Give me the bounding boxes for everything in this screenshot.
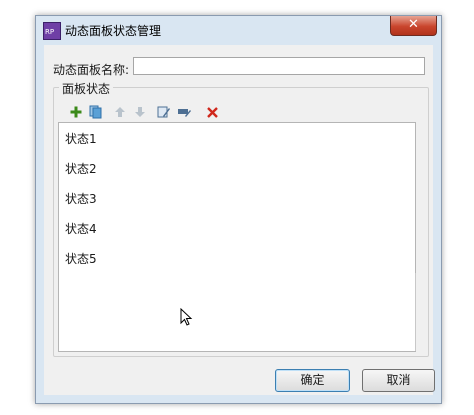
- panel-states-label: 面板状态: [59, 80, 114, 97]
- ok-button[interactable]: 确定: [275, 369, 350, 392]
- delete-icon[interactable]: [202, 102, 222, 122]
- edit-state-icon[interactable]: [154, 102, 174, 122]
- states-list[interactable]: 状态1 状态2 状态3 状态4 状态5: [58, 122, 416, 352]
- list-item[interactable]: 状态3: [65, 189, 97, 209]
- close-button[interactable]: ✕: [390, 16, 437, 36]
- add-icon[interactable]: [66, 102, 86, 122]
- panel-name-label: 动态面板名称:: [53, 63, 130, 77]
- move-up-icon[interactable]: [110, 102, 130, 122]
- duplicate-icon[interactable]: [86, 102, 106, 122]
- dialog-window: RP 动态面板状态管理 ✕ 动态面板名称: 面板状态 状态1 状态2 状态3 状…: [35, 15, 442, 404]
- list-scrollbar[interactable]: [415, 273, 416, 351]
- move-down-icon[interactable]: [130, 102, 150, 122]
- list-item[interactable]: 状态4: [65, 219, 97, 239]
- title-bar[interactable]: RP 动态面板状态管理 ✕: [36, 16, 441, 44]
- edit-all-icon[interactable]: [174, 102, 194, 122]
- window-title: 动态面板状态管理: [65, 24, 162, 38]
- panel-name-input[interactable]: [133, 57, 425, 75]
- list-item[interactable]: 状态1: [65, 129, 97, 149]
- cancel-button[interactable]: 取消: [362, 369, 435, 392]
- mouse-pointer-icon: [180, 308, 193, 326]
- app-icon: RP: [43, 22, 61, 40]
- dialog-body: 动态面板名称: 面板状态 状态1 状态2 状态3 状态4 状态5 确定 取消: [44, 45, 435, 395]
- list-item[interactable]: 状态5: [65, 249, 97, 269]
- list-item[interactable]: 状态2: [65, 159, 97, 179]
